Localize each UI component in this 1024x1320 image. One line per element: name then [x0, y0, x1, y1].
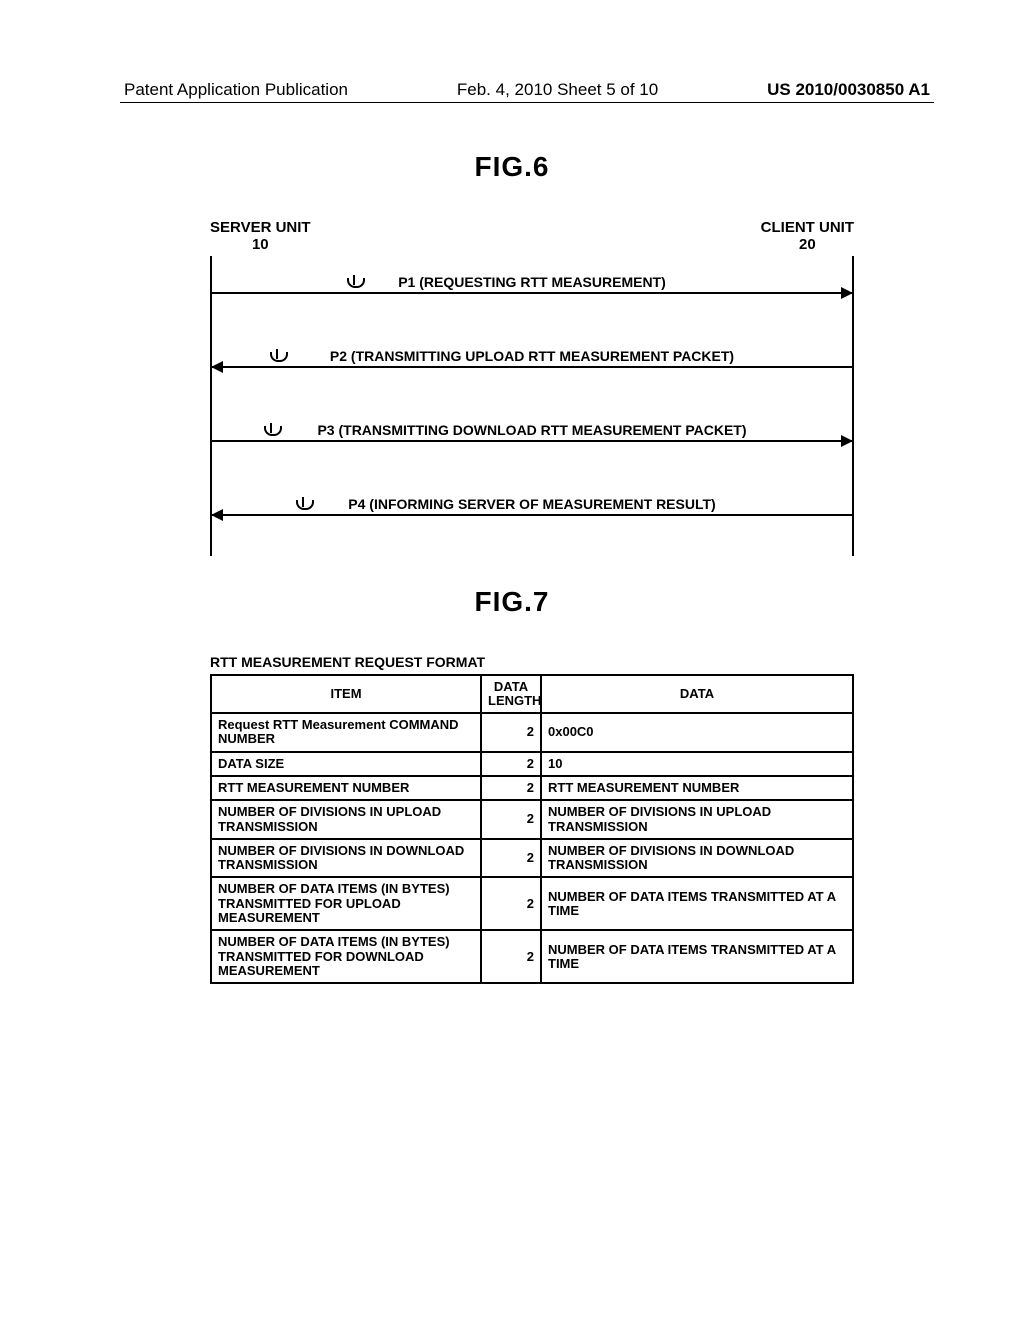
sequence-box: P1 (REQUESTING RTT MEASUREMENT) P2 (TRAN… [210, 256, 854, 556]
msg-p1-text: P1 (REQUESTING RTT MEASUREMENT) [210, 274, 854, 290]
cell-data: 0x00C0 [541, 713, 853, 752]
col-len: DATA LENGTH [481, 675, 541, 714]
cell-len: 2 [481, 930, 541, 983]
cell-item: Request RTT Measurement COMMAND NUMBER [211, 713, 481, 752]
col-item: ITEM [211, 675, 481, 714]
cell-len: 2 [481, 752, 541, 776]
cell-data: NUMBER OF DATA ITEMS TRANSMITTED AT A TI… [541, 930, 853, 983]
table-row: Request RTT Measurement COMMAND NUMBER 2… [211, 713, 853, 752]
msg-p3-text: P3 (TRANSMITTING DOWNLOAD RTT MEASUREMEN… [210, 422, 854, 438]
table-row: NUMBER OF DATA ITEMS (IN BYTES) TRANSMIT… [211, 877, 853, 930]
msg-p1: P1 (REQUESTING RTT MEASUREMENT) [210, 274, 854, 294]
table-row: RTT MEASUREMENT NUMBER 2 RTT MEASUREMENT… [211, 776, 853, 800]
page-header: Patent Application Publication Feb. 4, 2… [120, 80, 934, 103]
client-label-group: CLIENT UNIT 20 [761, 219, 854, 254]
format-table: ITEM DATA LENGTH DATA Request RTT Measur… [210, 674, 854, 985]
cell-len: 2 [481, 776, 541, 800]
table-row: DATA SIZE 2 10 [211, 752, 853, 776]
cell-len: 2 [481, 713, 541, 752]
fig6-title: FIG.6 [60, 151, 964, 183]
server-label: SERVER UNIT [210, 219, 311, 236]
cell-data: 10 [541, 752, 853, 776]
client-num: 20 [761, 236, 854, 253]
msg-p2: P2 (TRANSMITTING UPLOAD RTT MEASUREMENT … [210, 348, 854, 368]
cell-data: NUMBER OF DIVISIONS IN UPLOAD TRANSMISSI… [541, 800, 853, 839]
cell-data: NUMBER OF DATA ITEMS TRANSMITTED AT A TI… [541, 877, 853, 930]
cell-item: RTT MEASUREMENT NUMBER [211, 776, 481, 800]
server-num: 10 [210, 236, 311, 253]
msg-p2-text: P2 (TRANSMITTING UPLOAD RTT MEASUREMENT … [210, 348, 854, 364]
server-label-group: SERVER UNIT 10 [210, 219, 311, 254]
sequence-diagram: SERVER UNIT 10 CLIENT UNIT 20 P1 (REQUES… [210, 219, 854, 556]
table-header-row: ITEM DATA LENGTH DATA [211, 675, 853, 714]
col-data: DATA [541, 675, 853, 714]
cell-len: 2 [481, 877, 541, 930]
header-right: US 2010/0030850 A1 [767, 80, 930, 100]
cell-data: RTT MEASUREMENT NUMBER [541, 776, 853, 800]
header-center: Feb. 4, 2010 Sheet 5 of 10 [457, 80, 658, 100]
cell-len: 2 [481, 839, 541, 878]
header-left: Patent Application Publication [124, 80, 348, 100]
table-row: NUMBER OF DIVISIONS IN UPLOAD TRANSMISSI… [211, 800, 853, 839]
table-row: NUMBER OF DIVISIONS IN DOWNLOAD TRANSMIS… [211, 839, 853, 878]
fig7-title: FIG.7 [60, 586, 964, 618]
cell-item: NUMBER OF DIVISIONS IN UPLOAD TRANSMISSI… [211, 800, 481, 839]
cell-data: NUMBER OF DIVISIONS IN DOWNLOAD TRANSMIS… [541, 839, 853, 878]
cell-item: NUMBER OF DATA ITEMS (IN BYTES) TRANSMIT… [211, 877, 481, 930]
cell-item: NUMBER OF DIVISIONS IN DOWNLOAD TRANSMIS… [211, 839, 481, 878]
patent-page: Patent Application Publication Feb. 4, 2… [0, 0, 1024, 1320]
cell-item: DATA SIZE [211, 752, 481, 776]
msg-p4: P4 (INFORMING SERVER OF MEASUREMENT RESU… [210, 496, 854, 516]
cell-len: 2 [481, 800, 541, 839]
cell-item: NUMBER OF DATA ITEMS (IN BYTES) TRANSMIT… [211, 930, 481, 983]
table-row: NUMBER OF DATA ITEMS (IN BYTES) TRANSMIT… [211, 930, 853, 983]
table-caption: RTT MEASUREMENT REQUEST FORMAT [210, 654, 854, 670]
table-wrap: RTT MEASUREMENT REQUEST FORMAT ITEM DATA… [210, 654, 854, 985]
msg-p3: P3 (TRANSMITTING DOWNLOAD RTT MEASUREMEN… [210, 422, 854, 442]
client-label: CLIENT UNIT [761, 219, 854, 236]
